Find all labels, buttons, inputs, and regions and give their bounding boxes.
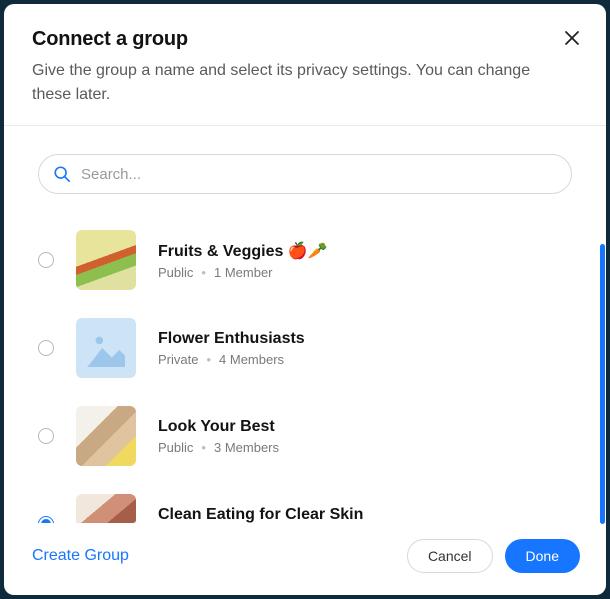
modal-footer: Create Group Cancel Done: [4, 523, 606, 595]
footer-actions: Cancel Done: [407, 539, 580, 573]
radio-button[interactable]: [38, 340, 54, 356]
group-info: Fruits & Veggies 🍎🥕 Public • 1 Member: [158, 241, 328, 280]
modal-title: Connect a group: [32, 28, 578, 51]
modal-body: Fruits & Veggies 🍎🥕 Public • 1 Member Fl…: [4, 126, 606, 523]
group-row[interactable]: Clean Eating for Clear Skin Public • 3 M…: [38, 480, 572, 523]
group-members: 1 Member: [214, 265, 273, 280]
group-meta: Public • 1 Member: [158, 265, 328, 280]
group-privacy: Private: [158, 352, 198, 367]
done-button[interactable]: Done: [505, 539, 580, 573]
group-name: Fruits & Veggies 🍎🥕: [158, 241, 328, 261]
group-row[interactable]: Fruits & Veggies 🍎🥕 Public • 1 Member: [38, 216, 572, 304]
group-members: 4 Members: [219, 352, 284, 367]
meta-separator: •: [201, 440, 206, 455]
group-row[interactable]: Flower Enthusiasts Private • 4 Members: [38, 304, 572, 392]
group-meta: Private • 4 Members: [158, 352, 305, 367]
group-name: Flower Enthusiasts: [158, 330, 305, 348]
group-name: Look Your Best: [158, 418, 279, 436]
group-list: Fruits & Veggies 🍎🥕 Public • 1 Member Fl…: [38, 216, 572, 523]
group-meta: Public • 3 Members: [158, 440, 279, 455]
close-button[interactable]: [560, 26, 584, 50]
radio-button[interactable]: [38, 252, 54, 268]
cancel-button[interactable]: Cancel: [407, 539, 493, 573]
search-input[interactable]: [81, 166, 557, 183]
modal-header: Connect a group Give the group a name an…: [4, 4, 606, 126]
group-info: Look Your Best Public • 3 Members: [158, 418, 279, 455]
group-thumbnail: [76, 494, 136, 523]
connect-group-modal: Connect a group Give the group a name an…: [4, 4, 606, 595]
scrollbar-thumb[interactable]: [600, 244, 605, 524]
group-info: Flower Enthusiasts Private • 4 Members: [158, 330, 305, 367]
group-thumbnail: [76, 406, 136, 466]
group-members: 3 Members: [214, 440, 279, 455]
group-thumbnail: [76, 230, 136, 290]
create-group-button[interactable]: Create Group: [32, 543, 129, 569]
group-thumbnail: [76, 318, 136, 378]
modal-subtitle: Give the group a name and select its pri…: [32, 59, 552, 107]
group-privacy: Public: [158, 265, 193, 280]
group-info: Clean Eating for Clear Skin Public • 3 M…: [158, 506, 363, 524]
group-row[interactable]: Look Your Best Public • 3 Members: [38, 392, 572, 480]
meta-separator: •: [206, 352, 211, 367]
radio-button[interactable]: [38, 428, 54, 444]
close-icon: [564, 30, 580, 46]
image-placeholder-icon: [87, 329, 125, 367]
search-field[interactable]: [38, 154, 572, 194]
search-icon: [53, 165, 71, 183]
meta-separator: •: [201, 265, 206, 280]
radio-button[interactable]: [38, 516, 54, 523]
group-privacy: Public: [158, 440, 193, 455]
group-name: Clean Eating for Clear Skin: [158, 506, 363, 524]
